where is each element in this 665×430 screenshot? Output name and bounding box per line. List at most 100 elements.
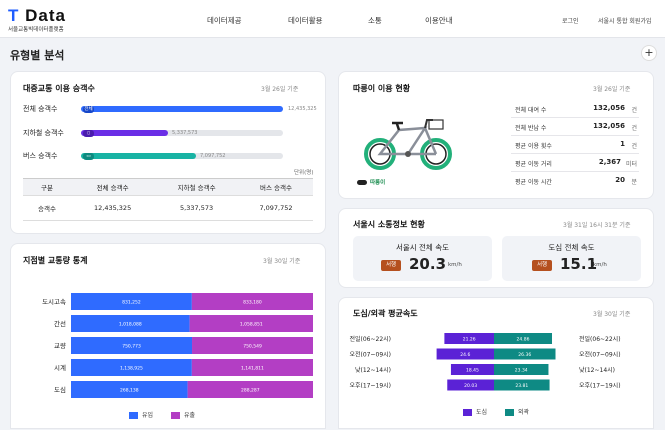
- center-value-label: 24.6: [460, 352, 470, 358]
- legend-label-outer: 외곽: [517, 409, 530, 416]
- nav-guide[interactable]: 이용안내: [425, 15, 453, 26]
- transit-title: 대중교통 이용 승객수: [23, 84, 95, 93]
- outflow-value-label: 833,180: [243, 299, 262, 305]
- bar-value-total: 12,435,325: [288, 106, 317, 112]
- stat-unit: 건: [631, 125, 637, 132]
- login-link[interactable]: 로그인: [562, 16, 579, 25]
- stat-value: 20: [615, 176, 625, 184]
- total-badge: 전체: [83, 105, 94, 113]
- legend-swatch-inflow: [129, 412, 138, 419]
- period-label-left: 낮(12~14시): [355, 366, 391, 374]
- period-label-right: 전일(06~22시): [579, 335, 621, 343]
- category-label: 간선: [54, 319, 66, 328]
- table-row: 승객수 12,435,325 5,337,573 7,097,752: [23, 195, 313, 221]
- table-header: 버스 승객수: [239, 178, 313, 196]
- period-label-left: 오전(07~09시): [349, 351, 391, 359]
- bike-title: 따릉이 이용 현황: [353, 84, 411, 93]
- brand-logo-icon: [357, 180, 367, 185]
- city-speed-value: 20.3: [409, 255, 447, 273]
- table-cell: 12,435,325: [71, 195, 155, 221]
- nav-communication[interactable]: 소통: [368, 15, 382, 26]
- stat-label: 전체 대여 수: [515, 107, 547, 114]
- outer-value-label: 23.34: [515, 367, 528, 373]
- add-button[interactable]: +: [641, 45, 657, 61]
- speed-title: 서울시 소통정보 현황: [353, 220, 425, 229]
- speed-card: 서울시 소통정보 현황 3월 31일 16시 31분 기준 서울시 전체 속도 …: [338, 208, 654, 288]
- table-header-row: 구분 전체 승객수 지하철 승객수 버스 승객수: [23, 178, 313, 196]
- stat-label: 평균 이동 시간: [515, 179, 552, 186]
- logo[interactable]: T Data 서울교통빅데이터플랫폼: [8, 6, 66, 33]
- bicycle-icon: [364, 119, 452, 170]
- table-cell: 승객수: [23, 195, 71, 221]
- stat-value: 1: [620, 140, 625, 148]
- stat-row: 평균 이용 횟수 1 건: [511, 136, 639, 154]
- page-title: 유형별 분석: [10, 49, 65, 62]
- city-speed-box: 서울시 전체 속도 서행 20.3 km/h: [353, 236, 492, 281]
- bar-fill-subway: [81, 130, 168, 136]
- outflow-value-label: 288,287: [241, 387, 260, 393]
- center-value-label: 20.03: [464, 383, 477, 389]
- logo-subtitle: 서울교통빅데이터플랫폼: [8, 27, 64, 33]
- stat-label: 전체 반납 수: [515, 125, 547, 132]
- legend-label-outflow: 유출: [183, 412, 196, 419]
- period-label-right: 오후(17~19시): [579, 382, 621, 390]
- stat-row: 전체 반납 수 132,056 건: [511, 118, 639, 136]
- stat-row: 평균 이동 시간 20 분: [511, 172, 639, 190]
- outer-value-label: 24.86: [517, 336, 530, 342]
- nav-data-use[interactable]: 데이터활용: [288, 15, 323, 26]
- center-value-label: 18.45: [466, 367, 479, 373]
- speed-date: 3월 31일 16시 31분 기준: [563, 222, 631, 229]
- table-header: 전체 승객수: [71, 178, 155, 196]
- status-badge: 서행: [532, 260, 552, 271]
- stat-unit: 건: [631, 143, 637, 150]
- bike-stats: 전체 대여 수 132,056 건 전체 반납 수 132,056 건 평균 이…: [511, 100, 639, 192]
- center-value-label: 21.26: [463, 336, 476, 342]
- period-label-left: 전일(06~22시): [349, 335, 391, 343]
- bar-label-total: 전체 승객수: [23, 105, 58, 113]
- outflow-value-label: 1,141,811: [241, 365, 264, 371]
- table-cell: 5,337,573: [154, 195, 240, 221]
- legend-swatch-outer: [504, 409, 514, 416]
- outer-value-label: 26.36: [518, 352, 531, 358]
- stat-value: 132,056: [593, 104, 625, 112]
- unit-label: 단위(명): [294, 170, 314, 176]
- traffic-chart: 도시고속 831,252 833,180 간선 1,018,088 1,058,851 교량…: [42, 293, 313, 398]
- bar-fill-bus: [81, 153, 196, 159]
- legend-label-inflow: 유입: [142, 412, 154, 419]
- table-header: 지하철 승객수: [154, 178, 240, 196]
- legend-swatch-center: [463, 409, 472, 416]
- outer-value-label: 23.81: [515, 383, 528, 389]
- traffic-legend: 유입 유출: [129, 410, 195, 419]
- inflow-value-label: 1,018,088: [119, 321, 142, 327]
- bus-icon: ▭: [83, 152, 94, 160]
- inflow-value-label: 750,773: [122, 343, 141, 349]
- transit-card: 대중교통 이용 승객수 3월 26일 기준 전체 승객수 전체 12,435,3…: [10, 71, 326, 234]
- category-label: 시계: [54, 363, 66, 372]
- inflow-value-label: 268,138: [120, 387, 139, 393]
- period-label-right: 낮(12~14시): [579, 366, 615, 374]
- stat-label: 평균 이용 횟수: [515, 143, 552, 150]
- category-label: 교량: [54, 342, 66, 350]
- legend-swatch-outflow: [170, 412, 180, 419]
- table-header: 구분: [23, 178, 71, 196]
- nav-data-provide[interactable]: 데이터제공: [207, 15, 242, 26]
- category-label: 도시고속: [42, 298, 66, 306]
- center-speed-box: 도심 전체 속도 서행 15.1 km/h: [502, 236, 641, 281]
- stat-unit: 미터: [625, 161, 637, 168]
- center-speed-value: 15.1: [560, 255, 598, 273]
- outflow-value-label: 1,058,851: [240, 321, 263, 327]
- period-label-left: 오후(17~19시): [349, 382, 391, 390]
- transit-date: 3월 26일 기준: [261, 86, 299, 93]
- inflow-value-label: 831,252: [122, 299, 141, 305]
- bar-label-bus: 버스 승객수: [23, 152, 58, 160]
- signup-link[interactable]: 서울시 통합 회원가입: [598, 16, 652, 25]
- speed-unit: km/h: [448, 262, 462, 268]
- legend-label-center: 도심: [476, 409, 488, 416]
- city-speed-title: 서울시 전체 속도: [395, 243, 450, 252]
- inflow-value-label: 1,138,925: [120, 365, 143, 371]
- bike-card: 따릉이 이용 현황 3월 26일 기준 따릉이 전체 대여 수 132,056 …: [338, 71, 654, 199]
- bike-date: 3월 26일 기준: [593, 86, 631, 93]
- subway-icon: ▯: [83, 129, 94, 137]
- center-speed-title: 도심 전체 속도: [548, 243, 595, 252]
- traffic-card: 지점별 교통량 통계 3월 30일 기준 도시고속 831,252 833,180 간…: [10, 243, 326, 429]
